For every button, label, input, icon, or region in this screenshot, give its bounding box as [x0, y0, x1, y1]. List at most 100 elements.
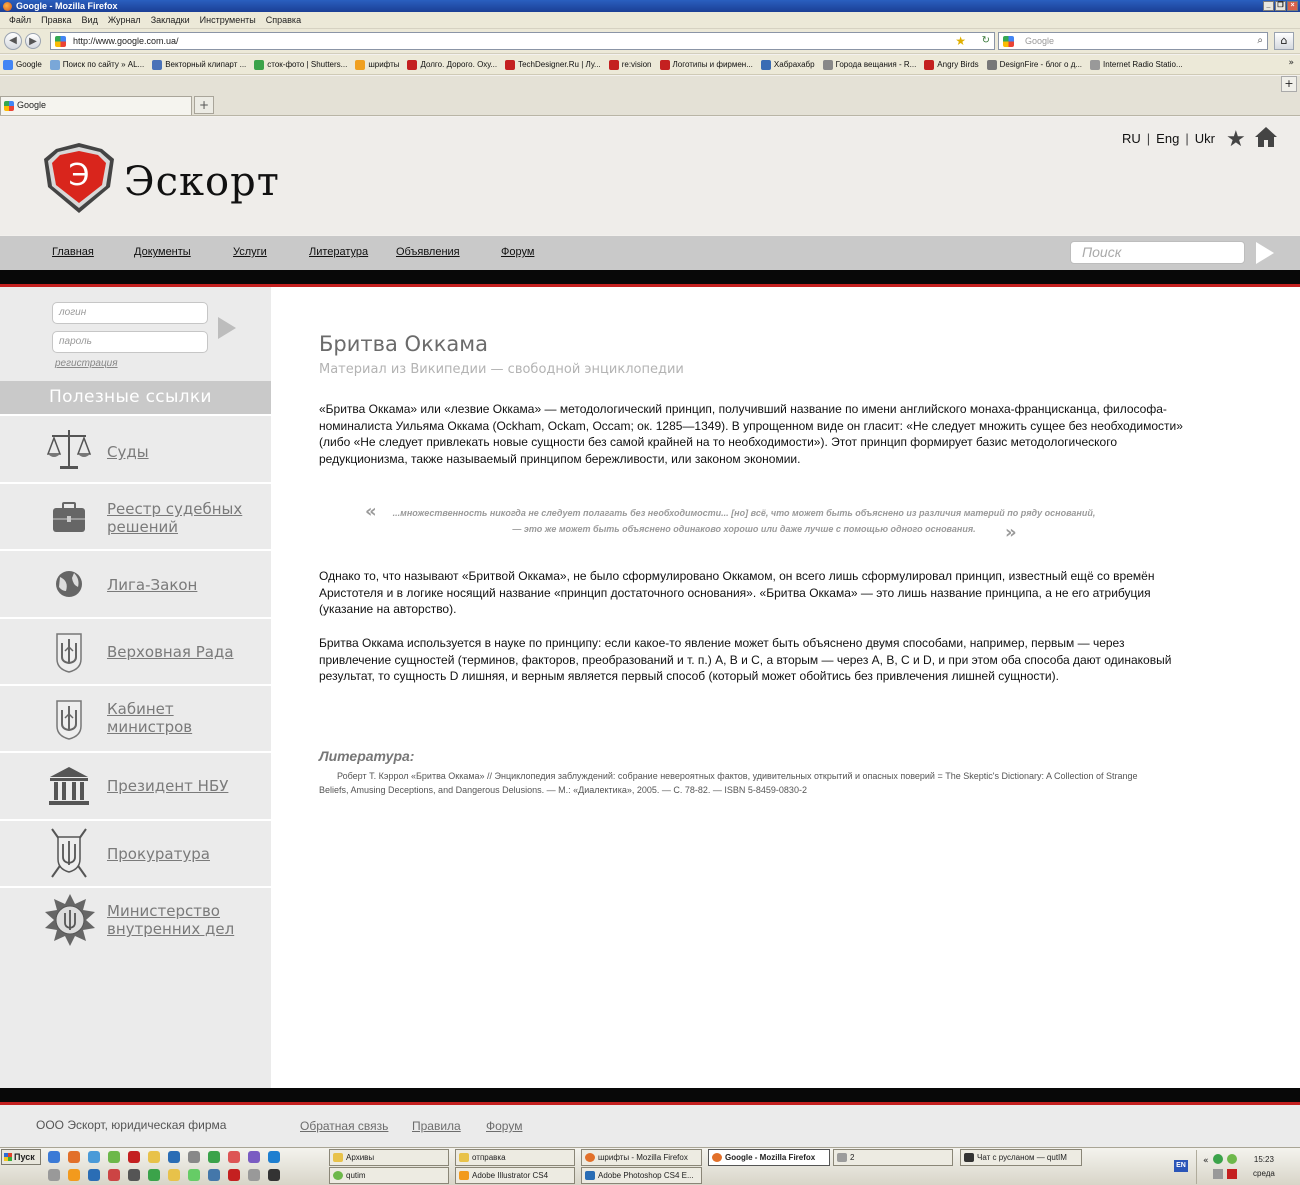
close-button[interactable]: × — [1287, 1, 1298, 11]
quick-launch-icon[interactable] — [108, 1169, 120, 1181]
search-submit-arrow-icon[interactable] — [1256, 242, 1274, 264]
nav-literature[interactable]: Литература — [309, 246, 368, 258]
nav-services[interactable]: Услуги — [233, 246, 267, 258]
taskbar-clock[interactable]: 15:23 среда — [1253, 1153, 1275, 1181]
bookmark-item[interactable]: шрифты — [355, 59, 399, 70]
taskbar-sending[interactable]: отправка — [455, 1149, 575, 1166]
quick-launch-icon[interactable] — [128, 1151, 140, 1163]
bookmark-item[interactable]: Города вещания - R... — [822, 59, 916, 70]
link-prosecutor[interactable]: Прокуратура — [0, 819, 271, 885]
menu-edit[interactable]: Правка — [36, 12, 76, 28]
bookmark-item[interactable]: TechDesigner.Ru | Лу... — [505, 59, 601, 70]
site-search-input[interactable]: Поиск — [1070, 241, 1245, 264]
bookmark-item[interactable]: re:vision — [608, 59, 652, 70]
taskbar-qutim-chat[interactable]: Чат с русланом — qutIM — [960, 1149, 1082, 1166]
taskbar-firefox-google[interactable]: Google - Mozilla Firefox — [708, 1149, 830, 1166]
password-input[interactable]: пароль — [52, 331, 208, 353]
bookmark-item[interactable]: Поиск по сайту » AL... — [49, 59, 144, 70]
quick-launch-icon[interactable] — [188, 1151, 200, 1163]
bookmarks-overflow-button[interactable]: » — [1288, 58, 1294, 68]
tray-volume-icon[interactable] — [1213, 1169, 1223, 1179]
quick-launch-icon[interactable] — [248, 1169, 260, 1181]
taskbar-illustrator[interactable]: Adobe Illustrator CS4 — [455, 1167, 575, 1184]
footer-feedback-link[interactable]: Обратная связь — [300, 1119, 388, 1133]
link-verkhovna-rada[interactable]: Верховная Рада — [0, 617, 271, 683]
bookmark-item[interactable]: Логотипы и фирмен... — [659, 59, 753, 70]
link-cabinet-ministers[interactable]: Кабинет министров — [0, 684, 271, 750]
link-nbu-president[interactable]: Президент НБУ — [0, 751, 271, 817]
back-button[interactable]: ◀ — [4, 32, 22, 50]
shield-logo-icon[interactable]: Э — [40, 141, 118, 215]
quick-launch-icon[interactable] — [168, 1151, 180, 1163]
tab-google[interactable]: Google — [0, 96, 192, 115]
quick-launch-icon[interactable] — [48, 1169, 60, 1181]
taskbar-firefox-fonts[interactable]: шрифты - Mozilla Firefox — [581, 1149, 702, 1166]
input-language-indicator[interactable]: EN — [1174, 1160, 1188, 1172]
taskbar-archives[interactable]: Архивы — [329, 1149, 449, 1166]
bookmark-item[interactable]: Долго. Дорого. Оху... — [407, 59, 497, 70]
bookmark-item[interactable]: Хабрахабр — [760, 59, 815, 70]
quick-launch-icon[interactable] — [108, 1151, 120, 1163]
bookmark-item[interactable]: Angry Birds — [924, 59, 979, 70]
taskbar-photoshop[interactable]: Adobe Photoshop CS4 E... — [581, 1167, 702, 1184]
tray-qutim-icon[interactable] — [1227, 1154, 1237, 1164]
restore-button[interactable]: ❐ — [1275, 1, 1286, 11]
login-input[interactable]: логин — [52, 302, 208, 324]
footer-forum-link[interactable]: Форум — [486, 1119, 522, 1133]
taskbar-group-2[interactable]: 2 — [833, 1149, 953, 1166]
magnifier-icon[interactable]: ⌕ — [1257, 33, 1263, 49]
menu-view[interactable]: Вид — [77, 12, 103, 28]
site-home-icon[interactable] — [1254, 125, 1278, 149]
start-button[interactable]: Пуск — [1, 1149, 41, 1165]
menu-bookmarks[interactable]: Закладки — [146, 12, 195, 28]
nav-home[interactable]: Главная — [52, 246, 94, 258]
quick-launch-icon[interactable] — [128, 1169, 140, 1181]
bookmark-item[interactable]: Google — [3, 59, 42, 70]
menu-help[interactable]: Справка — [261, 12, 306, 28]
quick-launch-icon[interactable] — [268, 1151, 280, 1163]
link-court-registry[interactable]: Реестр судебных решений — [0, 482, 271, 548]
sidebar-add-button[interactable]: + — [1281, 76, 1297, 92]
quick-launch-icon[interactable] — [148, 1151, 160, 1163]
bookmark-item[interactable]: Векторный клипарт ... — [152, 59, 246, 70]
bookmark-item[interactable]: сток-фото | Shutters... — [254, 59, 347, 70]
quick-launch-icon[interactable] — [208, 1151, 220, 1163]
bookmark-star-icon[interactable]: ★ — [955, 33, 966, 49]
login-submit-arrow-icon[interactable] — [218, 317, 236, 339]
reload-icon[interactable]: ↻ — [982, 33, 990, 49]
minimize-button[interactable]: _ — [1263, 1, 1274, 11]
site-name[interactable]: Эскорт — [124, 159, 280, 205]
quick-launch-icon[interactable] — [188, 1169, 200, 1181]
quick-launch-icon[interactable] — [88, 1151, 100, 1163]
browser-search-input[interactable]: Google ⌕ — [998, 32, 1268, 50]
quick-launch-icon[interactable] — [228, 1151, 240, 1163]
link-interior-ministry[interactable]: Министерство внутренних дел — [0, 886, 271, 952]
quick-launch-icon[interactable] — [48, 1151, 60, 1163]
menu-tools[interactable]: Инструменты — [195, 12, 261, 28]
quick-launch-icon[interactable] — [68, 1151, 80, 1163]
nav-announcements[interactable]: Объявления — [396, 246, 460, 258]
lang-ru[interactable]: RU — [1122, 131, 1141, 146]
lang-ukr[interactable]: Ukr — [1195, 131, 1215, 146]
quick-launch-icon[interactable] — [168, 1169, 180, 1181]
quick-launch-icon[interactable] — [228, 1169, 240, 1181]
quick-launch-icon[interactable] — [248, 1151, 260, 1163]
menu-history[interactable]: Журнал — [103, 12, 146, 28]
new-tab-button[interactable]: + — [194, 96, 214, 114]
favorite-star-icon[interactable]: ★ — [1226, 127, 1246, 152]
taskbar-qutim[interactable]: qutim — [329, 1167, 449, 1184]
quick-launch-icon[interactable] — [268, 1169, 280, 1181]
link-courts[interactable]: Суды — [0, 414, 271, 480]
quick-launch-icon[interactable] — [208, 1169, 220, 1181]
quick-launch-icon[interactable] — [88, 1169, 100, 1181]
lang-eng[interactable]: Eng — [1156, 131, 1179, 146]
tray-expand-icon[interactable]: « — [1203, 1156, 1209, 1166]
link-liga-zakon[interactable]: Лига-Закон — [0, 549, 271, 615]
forward-button[interactable]: ▶ — [25, 33, 41, 49]
nav-forum[interactable]: Форум — [501, 246, 534, 258]
footer-rules-link[interactable]: Правила — [412, 1119, 461, 1133]
bookmark-item[interactable]: DesignFire - блог о д... — [986, 59, 1082, 70]
bookmark-item[interactable]: Internet Radio Statio... — [1090, 59, 1183, 70]
tray-antivirus-icon[interactable] — [1227, 1169, 1237, 1179]
url-bar[interactable]: http://www.google.com.ua/ ★ ↻ — [50, 32, 995, 50]
